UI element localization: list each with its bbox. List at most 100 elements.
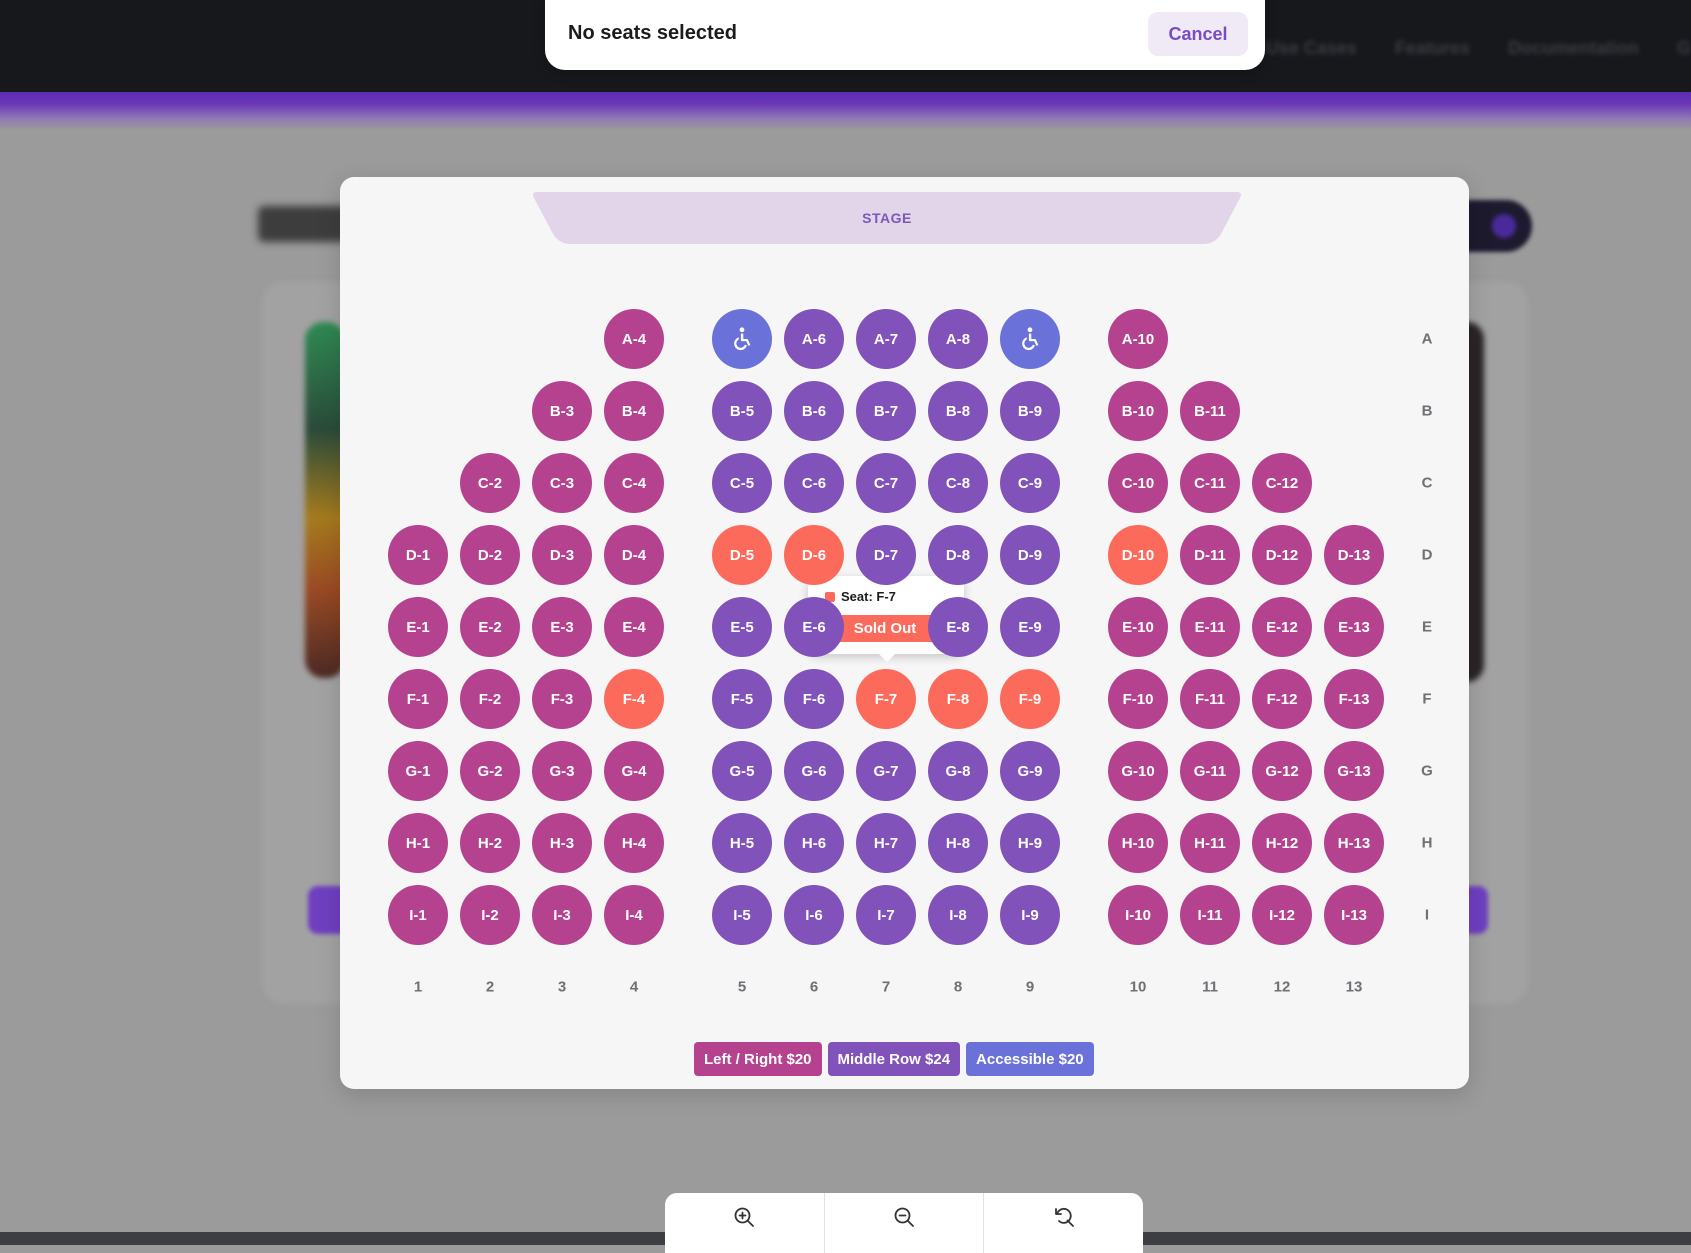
seat-c-2[interactable]: C-2 xyxy=(460,453,520,513)
seat-d-1[interactable]: D-1 xyxy=(388,525,448,585)
seat-f-12[interactable]: F-12 xyxy=(1252,669,1312,729)
seat-a-4[interactable]: A-4 xyxy=(604,309,664,369)
seat-g-9[interactable]: G-9 xyxy=(1000,741,1060,801)
seat-d-5[interactable]: D-5 xyxy=(712,525,772,585)
zoom-out-button[interactable] xyxy=(825,1193,985,1253)
seat-i-1[interactable]: I-1 xyxy=(388,885,448,945)
seat-g-5[interactable]: G-5 xyxy=(712,741,772,801)
seat-b-11[interactable]: B-11 xyxy=(1180,381,1240,441)
seat-f-11[interactable]: F-11 xyxy=(1180,669,1240,729)
seat-h-1[interactable]: H-1 xyxy=(388,813,448,873)
seat-h-6[interactable]: H-6 xyxy=(784,813,844,873)
seat-c-12[interactable]: C-12 xyxy=(1252,453,1312,513)
seat-g-4[interactable]: G-4 xyxy=(604,741,664,801)
seat-i-13[interactable]: I-13 xyxy=(1324,885,1384,945)
reset-zoom-button[interactable] xyxy=(984,1193,1143,1253)
seat-a-7[interactable]: A-7 xyxy=(856,309,916,369)
seat-i-8[interactable]: I-8 xyxy=(928,885,988,945)
seat-f-10[interactable]: F-10 xyxy=(1108,669,1168,729)
seat-h-13[interactable]: H-13 xyxy=(1324,813,1384,873)
seat-h-12[interactable]: H-12 xyxy=(1252,813,1312,873)
seat-d-10[interactable]: D-10 xyxy=(1108,525,1168,585)
seat-c-11[interactable]: C-11 xyxy=(1180,453,1240,513)
seat-c-5[interactable]: C-5 xyxy=(712,453,772,513)
seat-f-6[interactable]: F-6 xyxy=(784,669,844,729)
seat-b-6[interactable]: B-6 xyxy=(784,381,844,441)
seat-a-8[interactable]: A-8 xyxy=(928,309,988,369)
seat-g-3[interactable]: G-3 xyxy=(532,741,592,801)
seat-e-4[interactable]: E-4 xyxy=(604,597,664,657)
seat-b-10[interactable]: B-10 xyxy=(1108,381,1168,441)
seat-e-10[interactable]: E-10 xyxy=(1108,597,1168,657)
seat-i-5[interactable]: I-5 xyxy=(712,885,772,945)
seat-g-8[interactable]: G-8 xyxy=(928,741,988,801)
seat-a-5[interactable] xyxy=(712,309,772,369)
seat-b-3[interactable]: B-3 xyxy=(532,381,592,441)
seat-i-4[interactable]: I-4 xyxy=(604,885,664,945)
seat-b-9[interactable]: B-9 xyxy=(1000,381,1060,441)
seat-b-4[interactable]: B-4 xyxy=(604,381,664,441)
seat-g-10[interactable]: G-10 xyxy=(1108,741,1168,801)
seat-h-9[interactable]: H-9 xyxy=(1000,813,1060,873)
seat-e-8[interactable]: E-8 xyxy=(928,597,988,657)
seat-e-5[interactable]: E-5 xyxy=(712,597,772,657)
seat-g-11[interactable]: G-11 xyxy=(1180,741,1240,801)
seat-a-9[interactable] xyxy=(1000,309,1060,369)
seat-f-7[interactable]: F-7 xyxy=(856,669,916,729)
seat-b-5[interactable]: B-5 xyxy=(712,381,772,441)
seat-h-10[interactable]: H-10 xyxy=(1108,813,1168,873)
seat-d-2[interactable]: D-2 xyxy=(460,525,520,585)
seat-c-7[interactable]: C-7 xyxy=(856,453,916,513)
seat-g-6[interactable]: G-6 xyxy=(784,741,844,801)
seat-f-4[interactable]: F-4 xyxy=(604,669,664,729)
seat-f-2[interactable]: F-2 xyxy=(460,669,520,729)
seat-e-3[interactable]: E-3 xyxy=(532,597,592,657)
seat-h-4[interactable]: H-4 xyxy=(604,813,664,873)
seat-i-12[interactable]: I-12 xyxy=(1252,885,1312,945)
seat-e-13[interactable]: E-13 xyxy=(1324,597,1384,657)
seat-e-6[interactable]: E-6 xyxy=(784,597,844,657)
seat-e-12[interactable]: E-12 xyxy=(1252,597,1312,657)
seat-f-8[interactable]: F-8 xyxy=(928,669,988,729)
seat-f-3[interactable]: F-3 xyxy=(532,669,592,729)
seat-c-9[interactable]: C-9 xyxy=(1000,453,1060,513)
seat-h-7[interactable]: H-7 xyxy=(856,813,916,873)
seat-d-13[interactable]: D-13 xyxy=(1324,525,1384,585)
seat-g-2[interactable]: G-2 xyxy=(460,741,520,801)
seat-d-8[interactable]: D-8 xyxy=(928,525,988,585)
seat-i-3[interactable]: I-3 xyxy=(532,885,592,945)
seat-g-12[interactable]: G-12 xyxy=(1252,741,1312,801)
seat-b-7[interactable]: B-7 xyxy=(856,381,916,441)
seat-a-10[interactable]: A-10 xyxy=(1108,309,1168,369)
seat-i-11[interactable]: I-11 xyxy=(1180,885,1240,945)
seat-i-10[interactable]: I-10 xyxy=(1108,885,1168,945)
seat-c-3[interactable]: C-3 xyxy=(532,453,592,513)
seat-f-9[interactable]: F-9 xyxy=(1000,669,1060,729)
seat-d-3[interactable]: D-3 xyxy=(532,525,592,585)
seat-g-1[interactable]: G-1 xyxy=(388,741,448,801)
seat-h-5[interactable]: H-5 xyxy=(712,813,772,873)
seat-f-13[interactable]: F-13 xyxy=(1324,669,1384,729)
seat-c-4[interactable]: C-4 xyxy=(604,453,664,513)
seat-c-10[interactable]: C-10 xyxy=(1108,453,1168,513)
seat-d-11[interactable]: D-11 xyxy=(1180,525,1240,585)
seat-h-11[interactable]: H-11 xyxy=(1180,813,1240,873)
seat-b-8[interactable]: B-8 xyxy=(928,381,988,441)
seat-i-6[interactable]: I-6 xyxy=(784,885,844,945)
seat-g-13[interactable]: G-13 xyxy=(1324,741,1384,801)
seat-d-6[interactable]: D-6 xyxy=(784,525,844,585)
seat-i-2[interactable]: I-2 xyxy=(460,885,520,945)
seat-e-11[interactable]: E-11 xyxy=(1180,597,1240,657)
seat-e-1[interactable]: E-1 xyxy=(388,597,448,657)
seat-e-9[interactable]: E-9 xyxy=(1000,597,1060,657)
seat-d-4[interactable]: D-4 xyxy=(604,525,664,585)
seat-i-9[interactable]: I-9 xyxy=(1000,885,1060,945)
seat-e-2[interactable]: E-2 xyxy=(460,597,520,657)
seat-a-6[interactable]: A-6 xyxy=(784,309,844,369)
seat-h-3[interactable]: H-3 xyxy=(532,813,592,873)
seat-f-5[interactable]: F-5 xyxy=(712,669,772,729)
seat-d-12[interactable]: D-12 xyxy=(1252,525,1312,585)
seat-d-9[interactable]: D-9 xyxy=(1000,525,1060,585)
seat-f-1[interactable]: F-1 xyxy=(388,669,448,729)
seat-i-7[interactable]: I-7 xyxy=(856,885,916,945)
